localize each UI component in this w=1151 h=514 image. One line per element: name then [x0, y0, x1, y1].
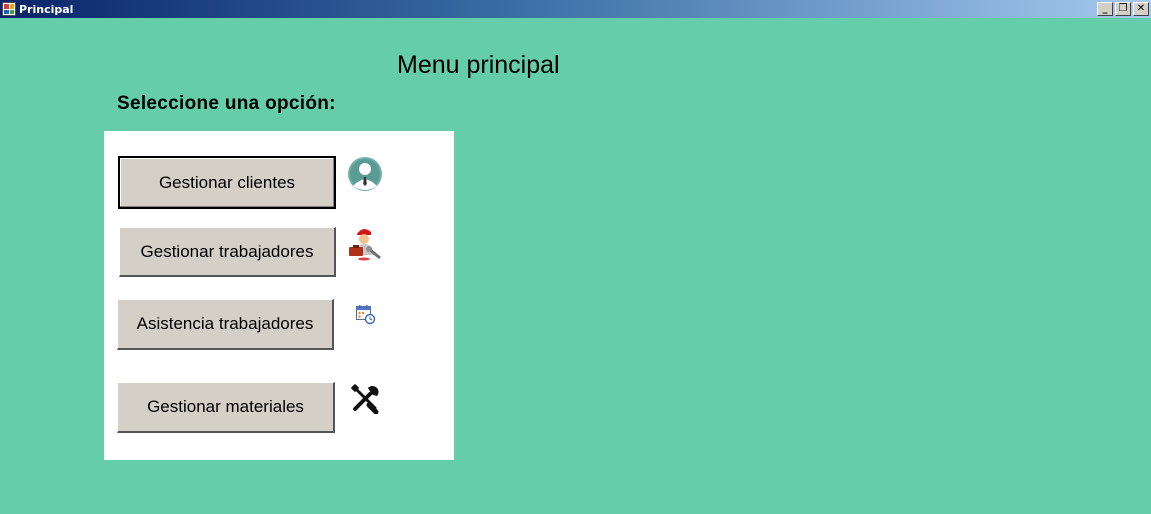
window-controls: _ ❐ ✕	[1097, 2, 1149, 16]
instruction-label: Seleccione una opción:	[117, 93, 336, 114]
manage-materials-button[interactable]: Gestionar materiales	[117, 382, 335, 433]
worker-icon	[349, 228, 381, 261]
calendar-icon	[356, 305, 376, 325]
worker-attendance-button[interactable]: Asistencia trabajadores	[117, 299, 334, 350]
manage-clients-button[interactable]: Gestionar clientes	[118, 156, 336, 209]
minimize-button[interactable]: _	[1097, 2, 1113, 16]
window-title: Principal	[19, 2, 74, 16]
client-icon	[348, 157, 382, 191]
restore-button[interactable]: ❐	[1115, 2, 1131, 16]
manage-workers-button[interactable]: Gestionar trabajadores	[119, 227, 336, 277]
page-title: Menu principal	[397, 51, 560, 79]
app-icon[interactable]	[2, 2, 16, 16]
title-bar[interactable]: Principal _ ❐ ✕	[0, 0, 1151, 18]
close-button[interactable]: ✕	[1133, 2, 1149, 16]
tools-icon	[351, 384, 379, 414]
